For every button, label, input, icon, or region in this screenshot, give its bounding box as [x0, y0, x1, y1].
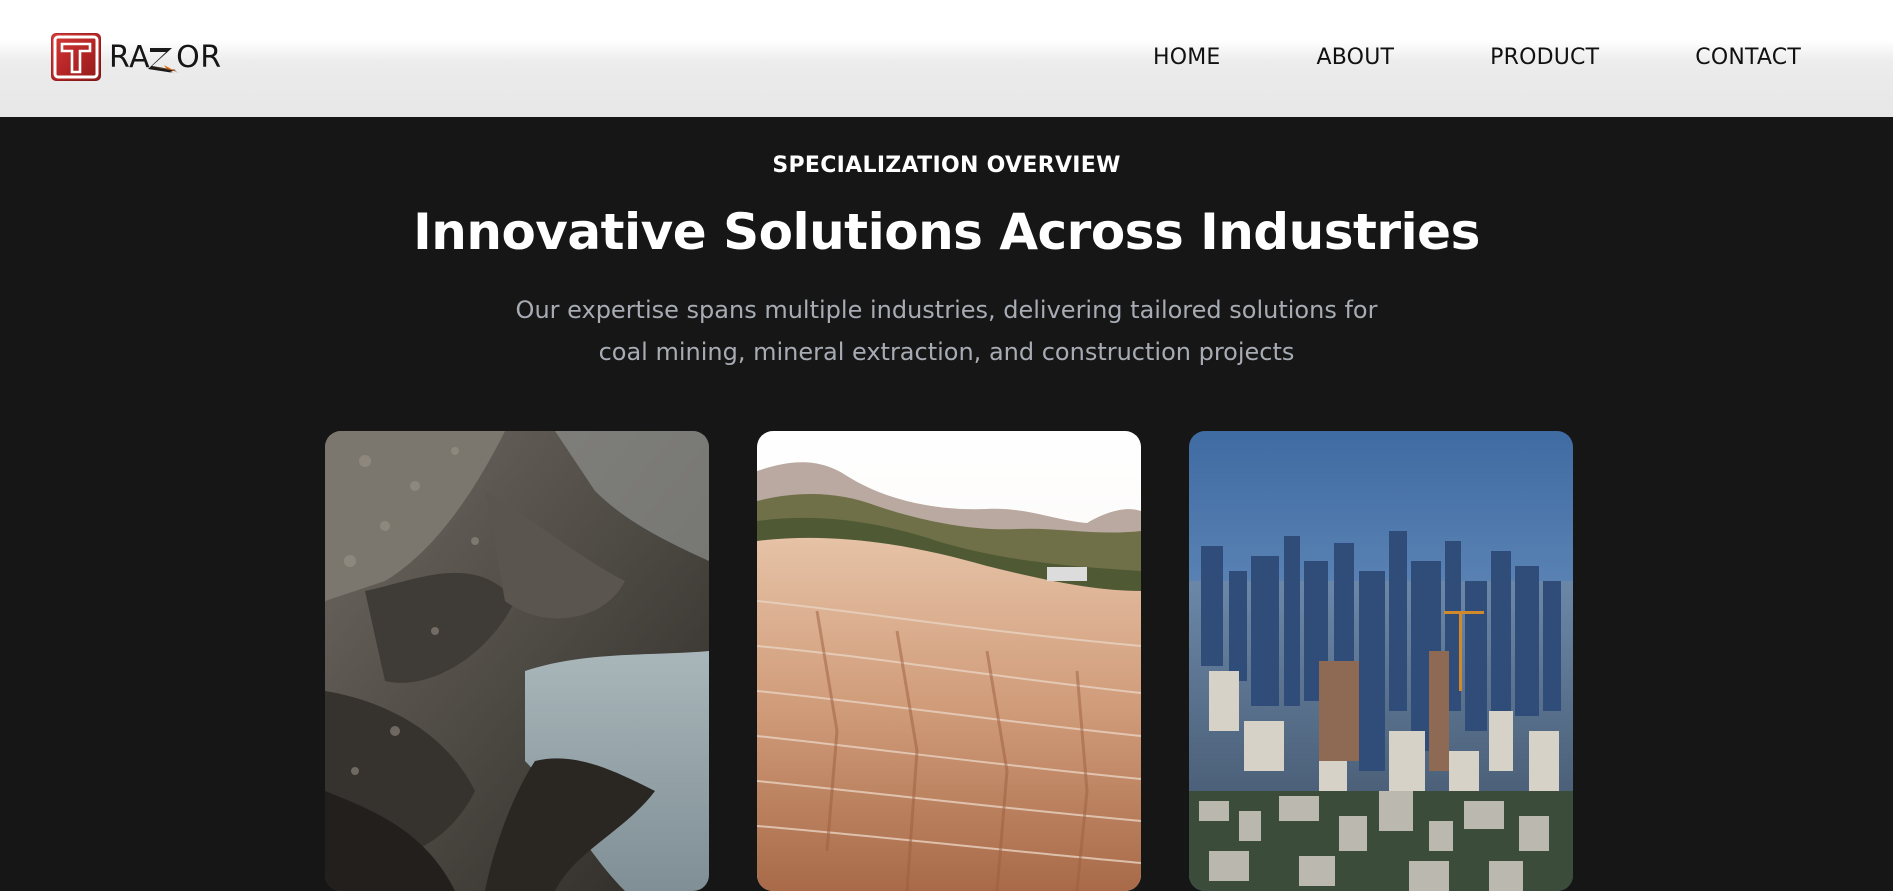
subtitle-line-1: Our expertise spans multiple industries,…	[515, 296, 1378, 324]
coal-mining-image	[325, 431, 709, 891]
nav-contact-link[interactable]: CONTACT	[1695, 44, 1801, 72]
city-skyline-image	[1189, 431, 1573, 891]
logo-t-badge: T	[51, 33, 101, 81]
subtitle-line-2: coal mining, mineral extraction, and con…	[598, 338, 1295, 366]
site-header: T RA OR HOME ABOUT PRODUCT CONTACT	[0, 0, 1893, 117]
logo-text-end: OR	[176, 39, 222, 75]
nav-home-link[interactable]: HOME	[1153, 44, 1221, 72]
lightning-bolt-icon	[148, 48, 180, 73]
industry-card-construction[interactable]	[1189, 431, 1573, 891]
razor-logo[interactable]: T RA OR	[51, 32, 222, 82]
logo-wordmark: RA OR	[109, 39, 222, 75]
industry-card-coal-mining[interactable]	[325, 431, 709, 891]
nav-product-link[interactable]: PRODUCT	[1490, 44, 1599, 72]
section-subtitle: Our expertise spans multiple industries,…	[0, 289, 1893, 373]
logo-text-start: RA	[109, 39, 151, 75]
section-eyebrow: SPECIALIZATION OVERVIEW	[772, 153, 1121, 178]
mineral-mine-image	[757, 431, 1141, 891]
industry-card-mineral-extraction[interactable]	[757, 431, 1141, 891]
main-nav: HOME ABOUT PRODUCT CONTACT	[1153, 44, 1801, 72]
section-title: Innovative Solutions Across Industries	[413, 203, 1480, 261]
nav-about-link[interactable]: ABOUT	[1317, 44, 1395, 72]
